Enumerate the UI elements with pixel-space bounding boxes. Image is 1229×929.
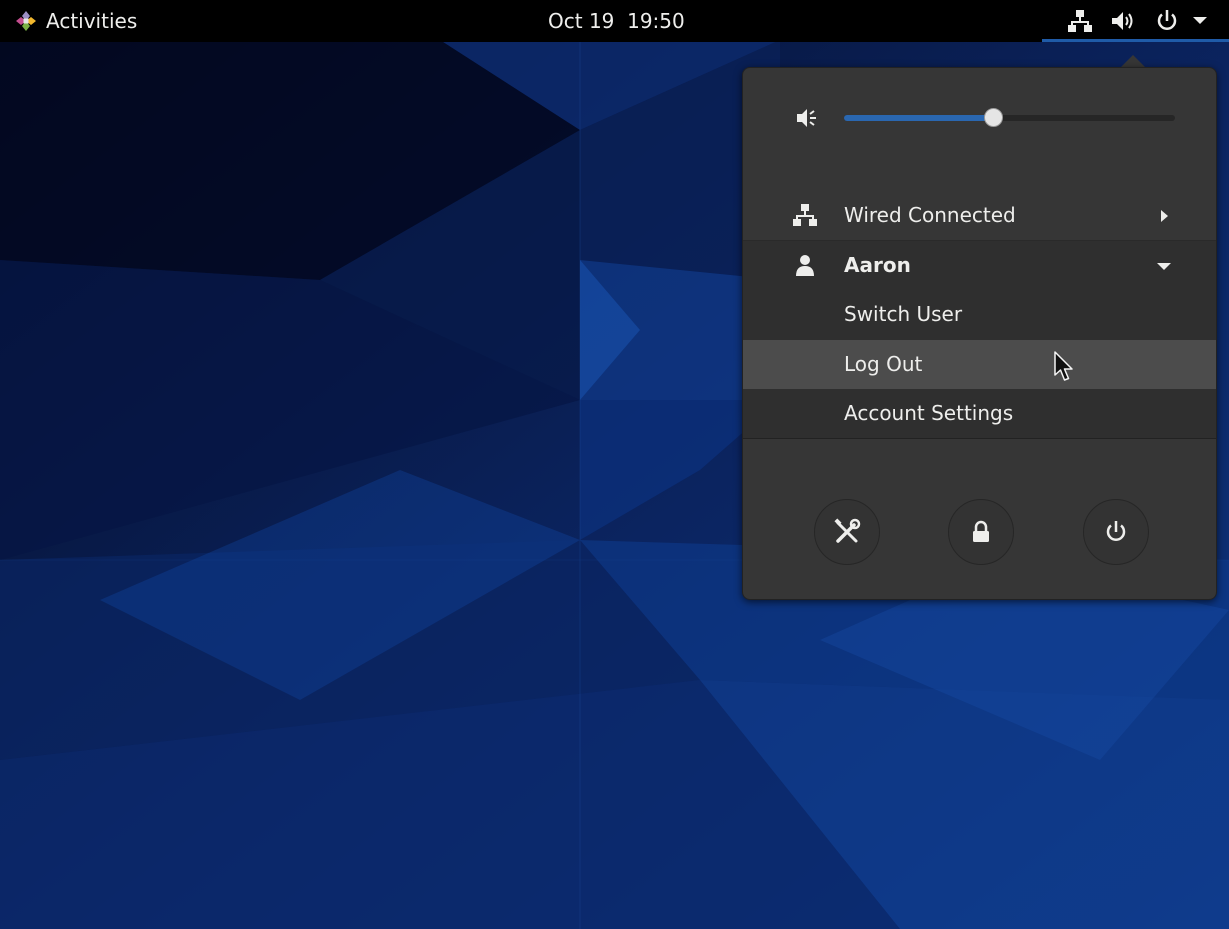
volume-row (743, 92, 1216, 142)
log-out-item[interactable]: Log Out (743, 340, 1216, 389)
volume-muted-icon[interactable] (796, 107, 820, 129)
system-status-area[interactable] (1042, 0, 1229, 42)
account-settings-label: Account Settings (844, 401, 1014, 425)
lock-icon (973, 520, 989, 542)
switch-user-item[interactable]: Switch User (743, 290, 1216, 339)
power-icon (1157, 10, 1177, 30)
lock-button[interactable] (948, 499, 1014, 565)
active-indicator (1042, 39, 1229, 42)
user-menu-item[interactable]: Aaron (743, 241, 1216, 290)
system-menu: Wired Connected Aaron Switch User Log Ou… (742, 67, 1217, 600)
power-icon (1106, 521, 1126, 541)
account-settings-item[interactable]: Account Settings (743, 389, 1216, 438)
switch-user-label: Switch User (844, 302, 963, 326)
activities-label: Activities (46, 9, 138, 33)
volume-slider-fill (844, 115, 993, 121)
top-bar: Activities Oct 19 19:50 (0, 0, 1229, 42)
log-out-label: Log Out (844, 352, 923, 376)
clock[interactable]: Oct 19 19:50 (548, 7, 685, 35)
wired-connection-label: Wired Connected (844, 203, 1016, 227)
chevron-down-icon (1157, 263, 1171, 270)
user-name-label: Aaron (844, 253, 911, 277)
activities-button[interactable]: Activities (14, 7, 137, 35)
chevron-right-icon (1161, 210, 1168, 222)
power-off-button[interactable] (1083, 499, 1149, 565)
mouse-pointer-icon (1054, 351, 1073, 381)
network-wired-icon (793, 204, 817, 226)
settings-icon (834, 518, 861, 543)
volume-slider-handle[interactable] (984, 108, 1003, 127)
user-icon (796, 255, 814, 276)
volume-high-icon (1112, 12, 1133, 30)
wired-connection-item[interactable]: Wired Connected (743, 191, 1216, 240)
menu-dropdown-icon (1193, 17, 1207, 24)
menu-separator (743, 438, 1216, 439)
settings-button[interactable] (814, 499, 880, 565)
volume-slider[interactable] (844, 108, 1175, 127)
user-submenu: Aaron Switch User Log Out Account Settin… (743, 241, 1216, 438)
network-wired-icon (1068, 10, 1092, 32)
desktop: Activities Oct 19 19:50 Wired Connected … (0, 0, 1229, 929)
distro-logo-icon (16, 11, 36, 31)
